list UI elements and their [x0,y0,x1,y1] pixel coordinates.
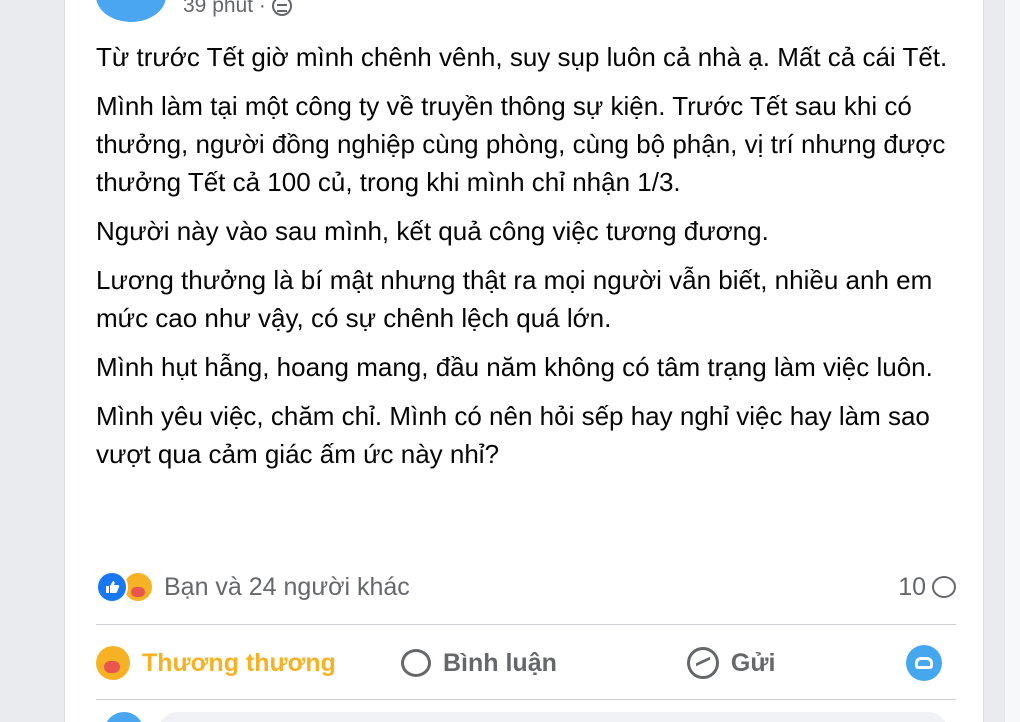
audience-selector-button[interactable] [906,645,942,681]
comment-button[interactable]: Bình luận [401,649,557,678]
post-meta: 39 phút · [183,0,292,18]
comments-count[interactable]: 10 [898,573,956,602]
post-time[interactable]: 39 phút · [183,0,266,18]
care-face-icon [96,646,130,680]
divider [96,624,956,625]
globe-icon[interactable] [271,0,292,16]
audience-icon [915,657,933,669]
reactions-summary: Bạn và 24 người khác 10 [96,568,956,606]
post-paragraph: Lương thưởng là bí mật nhưng thật ra mọi… [96,265,933,333]
comment-input[interactable] [158,712,948,722]
post-paragraph: Mình yêu việc, chăm chỉ. Mình có nên hỏi… [96,401,930,469]
comment-bubble-icon [932,576,956,598]
post-paragraph: Từ trước Tết giờ mình chênh vênh, suy sụ… [96,42,948,72]
post-paragraph: Mình làm tại một công ty về truyền thông… [96,91,946,197]
send-label: Gửi [730,648,776,677]
comment-label: Bình luận [443,648,557,677]
care-button[interactable]: Thương thương [96,646,381,680]
post-paragraph: Người này vào sau mình, kết quả công việ… [96,216,769,246]
messenger-icon [686,647,719,679]
post-paragraph: Mình hụt hẫng, hoang mang, đầu năm không… [96,352,933,382]
send-button[interactable]: Gửi [686,647,776,679]
care-label: Thương thương [142,648,336,677]
reactions-count-text[interactable]: Bạn và 24 người khác [164,573,410,602]
comments-count-value: 10 [898,572,926,601]
post-body: Từ trước Tết giờ mình chênh vênh, suy sụ… [96,38,966,484]
like-reaction-icon [96,571,128,603]
comment-icon [401,649,431,677]
scrollbar-track[interactable] [1004,0,1020,722]
reaction-icons[interactable] [96,571,154,603]
post-actions: Thương thương Bình luận Gửi [96,638,956,688]
divider [96,699,956,700]
